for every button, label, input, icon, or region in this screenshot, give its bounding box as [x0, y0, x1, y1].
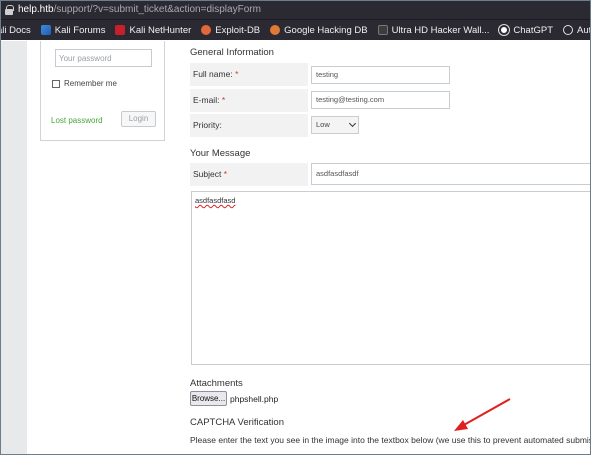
globe-icon	[563, 25, 574, 35]
bookmark-kali-docs[interactable]: ali Docs	[0, 25, 31, 36]
remember-me[interactable]: Remember me	[52, 79, 117, 88]
address-bar[interactable]: help.htb/support/?v=submit_ticket&action…	[0, 0, 591, 19]
bookmark-label: Kali NetHunter	[129, 24, 192, 36]
bookmark-label: ChatGPT	[513, 24, 554, 36]
subject-label: Subject *	[190, 163, 308, 186]
bookmark-label: Exploit-DB	[215, 24, 261, 36]
priority-label-text: Priority:	[193, 120, 222, 130]
url-host: help.htb	[18, 4, 54, 15]
url-path: /support/?v=submit_ticket&action=display…	[53, 4, 261, 15]
bookmark-ghdb[interactable]: Google Hacking DB	[270, 24, 368, 36]
chatgpt-icon	[499, 25, 510, 35]
bookmark-label: ali Docs	[0, 24, 31, 36]
bookmark-kali-forums[interactable]: Kali Forums	[40, 24, 106, 36]
bookmark-label: Google Hacking DB	[284, 24, 368, 36]
nethunter-icon	[115, 25, 126, 35]
exploit-db-icon	[201, 25, 212, 35]
bookmark-label: Autonomia Hacker	[577, 24, 591, 36]
subject-label-text: Subject	[193, 169, 222, 179]
captcha-instructions: Please enter the text you see in the ima…	[190, 435, 591, 445]
full-name-label-text: Full name:	[193, 69, 233, 79]
priority-value: Low	[316, 120, 330, 129]
kali-forums-icon	[40, 25, 51, 35]
priority-label: Priority:	[190, 114, 308, 137]
attached-file-name: phpshell.php	[230, 394, 279, 404]
message-title: Your Message	[190, 148, 251, 159]
remember-checkbox[interactable]	[52, 79, 60, 88]
bookmark-kali-nethunter[interactable]: Kali NetHunter	[115, 25, 191, 36]
lock-icon	[4, 4, 14, 15]
full-name-field[interactable]: testing	[311, 66, 450, 84]
ghdb-icon	[270, 25, 281, 35]
full-name-label: Full name: *	[190, 63, 308, 86]
bookmark-label: Kali Forums	[54, 24, 106, 36]
captcha-title: CAPTCHA Verification	[190, 417, 284, 428]
subject-field[interactable]: asdfasdfasdf	[311, 163, 591, 185]
password-input[interactable]: Your password	[55, 49, 152, 67]
page-content: Your password Remember me Lost password …	[0, 41, 591, 455]
bookmark-autonomia-hacker[interactable]: Autonomia Hacker	[563, 25, 591, 36]
email-field[interactable]: testing@testing.com	[311, 91, 450, 109]
email-label-text: E-mail:	[193, 95, 220, 105]
bookmark-chatgpt[interactable]: ChatGPT	[499, 25, 553, 36]
login-button[interactable]: Login	[121, 111, 156, 127]
message-textarea[interactable]: asdfasdfasd	[191, 191, 591, 365]
annotation-arrow-icon	[454, 398, 511, 431]
required-mark: *	[223, 169, 228, 179]
bookmark-wallpaper[interactable]: Ultra HD Hacker Wall...	[377, 24, 490, 36]
chevron-down-icon	[348, 119, 357, 128]
bookmark-exploit-db[interactable]: Exploit-DB	[201, 25, 260, 36]
login-panel: Your password Remember me Lost password …	[40, 41, 165, 141]
left-gutter	[0, 41, 27, 455]
bookmark-label: Ultra HD Hacker Wall...	[391, 24, 490, 36]
bookmarks-bar: ali Docs Kali Forums Kali NetHunter Expl…	[0, 19, 591, 40]
remember-label: Remember me	[64, 79, 117, 88]
lost-password-link[interactable]: Lost password	[51, 116, 103, 125]
general-info-title: General Information	[190, 47, 274, 58]
email-label: E-mail: *	[190, 89, 308, 112]
priority-select[interactable]: Low	[311, 116, 359, 134]
required-mark: *	[235, 69, 239, 79]
browse-button[interactable]: Browse...	[190, 391, 227, 406]
message-text: asdfasdfasd	[195, 196, 236, 205]
wallpaper-icon	[377, 25, 388, 35]
required-mark: *	[221, 95, 226, 105]
attachments-title: Attachments	[190, 378, 243, 389]
